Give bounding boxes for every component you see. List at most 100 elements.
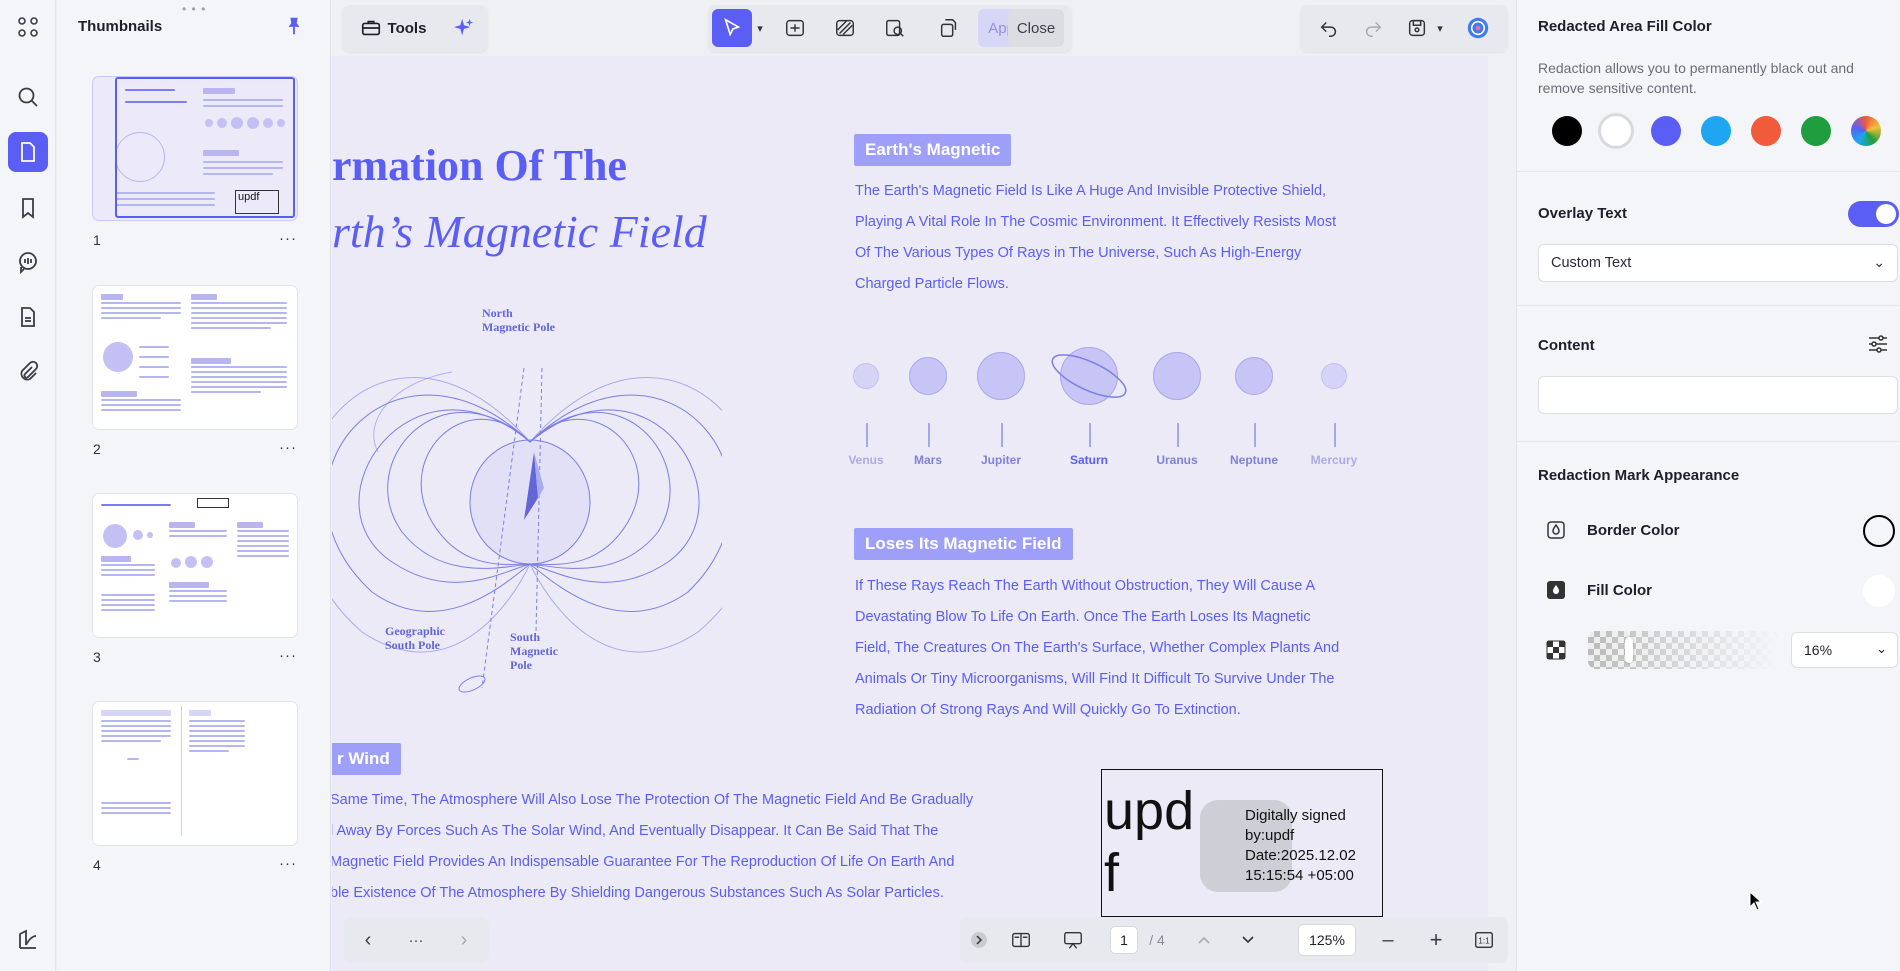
redact-text-icon[interactable] bbox=[776, 9, 814, 47]
opacity-select[interactable]: 16% ⌄ bbox=[1791, 632, 1898, 668]
content-text-input[interactable] bbox=[1538, 376, 1898, 414]
page-number: 3 bbox=[93, 649, 101, 665]
color-swatch-blue[interactable] bbox=[1651, 116, 1681, 146]
fill-color-icon bbox=[1546, 580, 1566, 600]
ai-sparkle-icon[interactable] bbox=[446, 9, 482, 47]
bookmark-icon[interactable] bbox=[8, 188, 48, 228]
sign-icon[interactable] bbox=[8, 920, 48, 960]
left-icon-rail bbox=[0, 0, 56, 971]
diagram-label-south-2: Magnetic bbox=[510, 644, 558, 658]
page-title-line-1: rmation Of The bbox=[332, 141, 627, 190]
planet-stem bbox=[1001, 423, 1003, 447]
color-swatch-green[interactable] bbox=[1801, 116, 1831, 146]
digital-signature-field[interactable]: upd f Digitally signed by:updf Date:2025… bbox=[1101, 769, 1383, 917]
overlay-text-select[interactable]: Custom Text ⌄ bbox=[1538, 244, 1898, 282]
apps-icon[interactable] bbox=[8, 7, 48, 47]
magnetic-field-diagram bbox=[332, 367, 722, 693]
page-icon[interactable] bbox=[8, 132, 48, 172]
opacity-slider[interactable] bbox=[1588, 631, 1778, 669]
more-options-button[interactable]: ··· bbox=[392, 917, 440, 963]
border-color-icon bbox=[1546, 520, 1566, 540]
page-number: 1 bbox=[93, 232, 101, 248]
undo-icon[interactable] bbox=[1312, 9, 1346, 47]
view-controls-bar: 1 / 4 125% – + 1:1 bbox=[960, 917, 1508, 963]
chevron-right-icon[interactable]: › bbox=[440, 917, 488, 963]
planet-mercury bbox=[1321, 363, 1347, 389]
zoom-level[interactable]: 125% bbox=[1298, 924, 1356, 956]
planet-label: Mercury bbox=[1310, 453, 1358, 467]
opacity-icon bbox=[1546, 640, 1566, 660]
diagram-label-geo-2: South Pole bbox=[385, 638, 441, 652]
comment-icon[interactable] bbox=[8, 242, 48, 282]
chevron-left-icon[interactable]: ‹ bbox=[344, 917, 392, 963]
chevron-down-icon[interactable]: ▾ bbox=[1432, 9, 1448, 47]
custom-color-picker-icon[interactable] bbox=[1851, 116, 1881, 146]
current-page-input[interactable]: 1 bbox=[1110, 926, 1138, 954]
panel-drag-handle[interactable]: • • • bbox=[182, 2, 206, 16]
planet-stem bbox=[928, 423, 930, 447]
planet-label: Uranus bbox=[1156, 453, 1198, 467]
search-redact-icon[interactable] bbox=[876, 9, 914, 47]
border-color-swatch[interactable] bbox=[1863, 515, 1895, 547]
color-swatch-orange[interactable] bbox=[1751, 116, 1781, 146]
collapse-toggle-icon[interactable] bbox=[968, 917, 990, 963]
ai-assistant-icon[interactable] bbox=[1458, 9, 1498, 47]
viewport-indicator[interactable] bbox=[115, 77, 295, 218]
form-icon[interactable] bbox=[8, 297, 48, 337]
content-heading: Content bbox=[1538, 337, 1595, 354]
zoom-in-icon[interactable]: + bbox=[1418, 917, 1454, 963]
fill-color-label: Fill Color bbox=[1587, 582, 1652, 599]
color-swatch-cyan[interactable] bbox=[1701, 116, 1731, 146]
sliders-icon[interactable] bbox=[1866, 332, 1890, 361]
chevron-down-icon[interactable]: ▾ bbox=[752, 9, 768, 47]
section-heading: Loses Its Magnetic Field bbox=[854, 528, 1073, 560]
page-thumbnail-2[interactable] bbox=[93, 286, 297, 429]
search-icon[interactable] bbox=[8, 77, 48, 117]
zoom-out-icon[interactable]: – bbox=[1370, 917, 1406, 963]
appearance-heading: Redaction Mark Appearance bbox=[1538, 467, 1740, 484]
overlay-text-toggle[interactable] bbox=[1848, 201, 1899, 227]
redact-area-icon[interactable] bbox=[826, 9, 864, 47]
pin-icon[interactable] bbox=[283, 15, 305, 37]
close-button[interactable]: Close bbox=[1008, 9, 1064, 47]
fill-color-description: Redaction allows you to permanently blac… bbox=[1538, 60, 1854, 96]
chevron-down-icon[interactable] bbox=[1230, 917, 1266, 963]
page-number: 4 bbox=[93, 857, 101, 873]
tools-button[interactable]: Tools bbox=[350, 9, 436, 47]
save-icon[interactable] bbox=[1400, 9, 1434, 47]
planet-venus bbox=[853, 363, 879, 389]
thumbnail-more-button[interactable]: ··· bbox=[279, 230, 297, 247]
presentation-icon[interactable] bbox=[1052, 917, 1094, 963]
page-title-line-2: rth’s Magnetic Field bbox=[332, 206, 707, 257]
attachment-icon[interactable] bbox=[8, 352, 48, 392]
page-nav-bar: ‹ ··· › bbox=[344, 917, 489, 963]
saturn-ring bbox=[1051, 354, 1127, 398]
thumbnail-more-button[interactable]: ··· bbox=[279, 439, 297, 456]
redo-icon[interactable] bbox=[1356, 9, 1390, 47]
actual-size-icon[interactable]: 1:1 bbox=[1466, 917, 1502, 963]
planet-stem bbox=[1254, 423, 1256, 447]
color-swatch-black[interactable] bbox=[1552, 116, 1582, 146]
diagram-label-geo-1: Geographic bbox=[385, 624, 445, 638]
fill-color-swatch[interactable] bbox=[1863, 575, 1895, 607]
planet-mars bbox=[909, 357, 947, 395]
page-thumbnail-3[interactable] bbox=[93, 494, 297, 637]
thumbnail-more-button[interactable]: ··· bbox=[279, 855, 297, 872]
signature-name: upd f bbox=[1104, 781, 1195, 903]
redact-pages-icon[interactable] bbox=[930, 9, 968, 47]
opacity-slider-thumb[interactable] bbox=[1625, 637, 1633, 663]
thumbnails-panel: • • • Thumbnails updf 1 ··· 2 ··· 3 ··· … bbox=[57, 0, 331, 971]
diagram-label-south-1: South bbox=[510, 630, 541, 644]
thumbnail-more-button[interactable]: ··· bbox=[279, 647, 297, 664]
chevron-down-icon: ⌄ bbox=[1876, 641, 1887, 656]
color-swatch-white[interactable] bbox=[1601, 116, 1631, 146]
page-thumbnail-1[interactable]: updf bbox=[93, 77, 297, 220]
chevron-up-icon[interactable] bbox=[1186, 917, 1222, 963]
select-pointer-icon[interactable] bbox=[712, 9, 752, 47]
tools-group: Tools bbox=[342, 5, 488, 52]
page-thumbnail-4[interactable] bbox=[93, 702, 297, 845]
border-color-label: Border Color bbox=[1587, 522, 1680, 539]
page-number: 2 bbox=[93, 441, 101, 457]
signature-details: Digitally signed by:updf Date:2025.12.02… bbox=[1245, 807, 1356, 884]
page-layout-icon[interactable] bbox=[1000, 917, 1042, 963]
